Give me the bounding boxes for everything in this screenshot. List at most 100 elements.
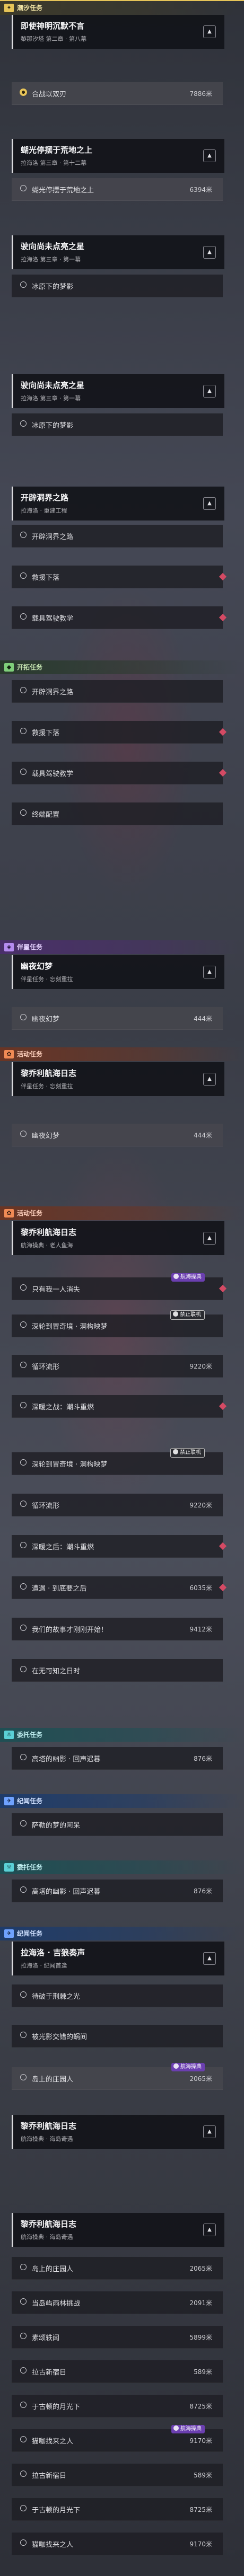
quest-card[interactable]: 黎乔利航海日志 航海操典 · 老人鱼海 ▲ <box>12 1221 224 1255</box>
objective-row[interactable]: 岛上的庄园人 2065米 航海操典 <box>12 2063 223 2090</box>
quest-title: 黎乔利航海日志 <box>21 2219 77 2229</box>
objective-distance: 2065米 <box>189 2075 212 2083</box>
objective-row[interactable]: 深暖之战：潮斗重燃 <box>12 1395 227 1418</box>
objective-label: 高塔的幽影 · 回声迟暮 <box>32 1755 101 1763</box>
collapse-chevron-icon[interactable]: ▲ <box>203 2224 216 2236</box>
section-header[interactable]: ✈ 纪闻任务 <box>0 1794 244 1808</box>
objective-row[interactable]: 岛上的庄园人 2065米 <box>12 2257 223 2280</box>
objective-row[interactable]: 猫咖找来之人 9170米 航海操典 <box>12 2425 223 2452</box>
objective-circle-icon <box>20 1014 27 1020</box>
objective-row[interactable]: 深轮到冒奇境 · 洞构映梦 禁止联机 <box>12 1448 223 1475</box>
quest-subtitle: 黎那汐塔 第二章 · 第八幕 <box>21 36 86 42</box>
objective-row[interactable]: 开辟洞界之路 <box>12 525 223 548</box>
objective-label: 萨勒的梦的阿呆 <box>32 1822 81 1830</box>
collapse-chevron-icon[interactable]: ▲ <box>203 1232 216 1245</box>
quest-subtitle: 航海操典 · 海岛奇遇 <box>21 2136 73 2142</box>
objective-row[interactable]: 拉古新宿日 589米 <box>12 2464 223 2486</box>
objective-row[interactable]: 幽夜幻梦 444米 <box>12 1007 223 1030</box>
collapse-chevron-icon[interactable]: ▲ <box>203 966 216 978</box>
section-header[interactable]: ◈ 伴星任务 <box>0 940 244 954</box>
objective-label: 待破于荆棘之光 <box>32 1993 81 2001</box>
objective-row[interactable]: 深暖之后：潮斗重燃 <box>12 1535 227 1558</box>
section-header[interactable]: ✿ 活动任务 <box>0 1047 244 1061</box>
objective-row[interactable]: 载具驾驶教学 <box>12 762 227 784</box>
objective-row[interactable]: 救援下落 <box>12 721 227 744</box>
objective-distance: 2091米 <box>189 2299 212 2307</box>
objective-row[interactable]: 猫咖找来之人 9170米 <box>12 2533 223 2555</box>
objective-row[interactable]: 开辟洞界之路 <box>12 680 223 703</box>
red-diamond-icon <box>219 613 227 622</box>
section-icon: ✿ <box>4 1209 14 1218</box>
objective-circle-icon <box>20 1459 27 1466</box>
objective-distance: 6394米 <box>189 186 212 193</box>
objective-row[interactable]: 冰原下的梦影 <box>12 413 223 436</box>
objective-row[interactable]: 素颂轶闻 5899米 <box>12 2326 223 2349</box>
section-header[interactable]: ☼ 委托任务 <box>0 1728 244 1742</box>
quest-card[interactable]: 幽夜幻梦 伴星任务 · 忘刻重拉 ▲ <box>12 955 224 989</box>
objective-row[interactable]: 于古顿的月光下 8725米 <box>12 2395 223 2418</box>
section-icon: ✦ <box>4 4 14 12</box>
objective-row[interactable]: 当岛屿雨林挑战 2091米 <box>12 2291 223 2314</box>
tag-icon <box>173 2063 179 2069</box>
objective-row[interactable]: 被光影交错的蜗间 <box>12 2025 223 2048</box>
objective-label: 遭遇 · 到底要之后 <box>32 1585 87 1593</box>
objective-row[interactable]: 在无可知之日时 <box>12 1659 223 1682</box>
tag-badge: 禁止联机 <box>170 1310 205 1320</box>
objective-row[interactable]: 萨勒的梦的阿呆 <box>12 1813 223 1836</box>
objective-row[interactable]: 我们的故事才刚刚开始！ 9412米 <box>12 1618 223 1640</box>
section-header[interactable]: ✿ 活动任务 <box>0 1206 244 1220</box>
section-label: 纪闻任务 <box>17 1797 43 1805</box>
quest-card[interactable]: 拉海洛 · 吉狼奏声 拉海洛 · 纪闻首逢 ▲ <box>12 1942 224 1975</box>
objective-row[interactable]: 高塔的幽影 · 回声迟暮 876米 <box>12 1880 223 1902</box>
collapse-chevron-icon[interactable]: ▲ <box>203 1073 216 1086</box>
objective-row[interactable]: 蝴光停摆于荒地之上 6394米 <box>12 178 223 201</box>
objective-circle-icon <box>20 2402 27 2408</box>
section-label: 伴星任务 <box>17 943 43 951</box>
quest-title: 黎乔利航海日志 <box>21 2121 77 2131</box>
objective-row[interactable]: 只有我一人消失 航海操典 <box>12 1273 227 1300</box>
objective-row[interactable]: 深轮到冒奇境 · 洞构映梦 禁止联机 <box>12 1310 223 1337</box>
objective-row[interactable]: 冰原下的梦影 <box>12 275 223 297</box>
objective-row[interactable]: 合战以双刃 7886米 <box>12 82 223 105</box>
objective-row[interactable]: 待破于荆棘之光 <box>12 1984 223 2007</box>
objective-distance: 9412米 <box>189 1626 212 1633</box>
objective-label: 深暖之后：潮斗重燃 <box>32 1543 94 1551</box>
quest-card[interactable]: 驶向尚未点亮之星 拉海洛 第三章 · 第一幕 ▲ <box>12 235 224 269</box>
quest-card[interactable]: 黎乔利航海日志 航海操典 · 海岛奇遇 ▲ <box>12 2213 224 2247</box>
objective-row[interactable]: 于古顿的月光下 8725米 <box>12 2498 223 2521</box>
objective-row[interactable]: 高塔的幽影 · 回声迟暮 876米 <box>12 1747 223 1770</box>
collapse-chevron-icon[interactable]: ▲ <box>203 246 216 259</box>
collapse-chevron-icon[interactable]: ▲ <box>203 149 216 162</box>
section-label: 委托任务 <box>17 1731 43 1739</box>
quest-card[interactable]: 即使神明沉默不言 黎那汐塔 第二章 · 第八幕 ▲ <box>12 15 224 49</box>
objective-row[interactable]: 遭遇 · 到底要之后 6035米 <box>12 1576 227 1599</box>
objective-row[interactable]: 循环流形 9220米 <box>12 1494 223 1516</box>
quest-card[interactable]: 驶向尚未点亮之星 拉海洛 第三章 · 第一幕 ▲ <box>12 374 224 408</box>
objective-row[interactable]: 载具驾驶教学 <box>12 606 227 629</box>
collapse-chevron-icon[interactable]: ▲ <box>203 497 216 510</box>
red-diamond-icon <box>219 728 227 736</box>
collapse-chevron-icon[interactable]: ▲ <box>203 385 216 398</box>
quest-card[interactable]: 开辟洞界之路 拉海洛 · 重建工程 ▲ <box>12 487 224 521</box>
objective-circle-icon <box>20 613 27 620</box>
objective-row[interactable]: 幽夜幻梦 444米 <box>12 1124 223 1146</box>
section-header[interactable]: ✈ 纪闻任务 <box>0 1927 244 1940</box>
objective-row[interactable]: 循环流形 9220米 <box>12 1355 223 1378</box>
quest-card[interactable]: 黎乔利航海日志航海操典 · 海岛奇遇 ▲ <box>12 2115 224 2149</box>
quest-card[interactable]: 黎乔利航海日志 伴星任务 · 忘刻重拉 ▲ <box>12 1062 224 1096</box>
objective-row[interactable]: 终端配置 <box>12 802 223 825</box>
section-header[interactable]: ◆ 开拓任务 <box>0 660 244 674</box>
tag-icon <box>173 2425 179 2431</box>
section-icon: ✈ <box>4 1929 14 1938</box>
objective-row[interactable]: 救援下落 <box>12 566 227 588</box>
quest-subtitle: 航海操典 · 老人鱼海 <box>21 1242 73 1249</box>
objective-label: 被光影交错的蜗间 <box>32 2033 88 2041</box>
section-header[interactable]: ☼ 委托任务 <box>0 1860 244 1874</box>
collapse-chevron-icon[interactable]: ▲ <box>203 25 216 38</box>
quest-card[interactable]: 蝴光停摆于荒地之上 拉海洛 第三章 · 第十二幕 ▲ <box>12 139 224 173</box>
objective-circle-icon <box>20 1362 27 1368</box>
collapse-chevron-icon[interactable]: ▲ <box>203 2125 216 2138</box>
objective-row[interactable]: 拉古新宿日 589米 <box>12 2360 223 2383</box>
collapse-chevron-icon[interactable]: ▲ <box>203 1952 216 1965</box>
section-header[interactable]: ✦ 潮汐任务 <box>0 0 244 15</box>
